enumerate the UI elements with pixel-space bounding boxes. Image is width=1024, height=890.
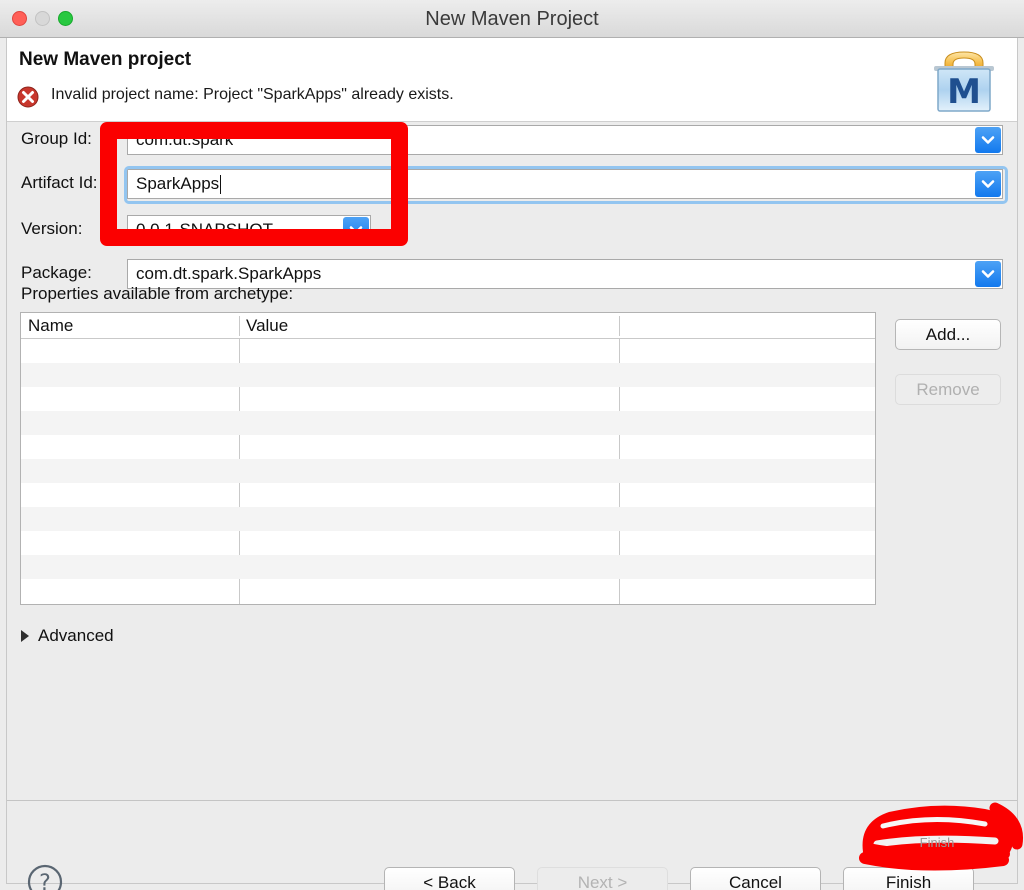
artifact-id-focus-ring (124, 166, 1008, 204)
package-label: Package: (21, 263, 92, 282)
footer-divider (7, 800, 1017, 801)
chevron-right-icon (21, 630, 29, 642)
cancel-button[interactable]: Cancel (690, 867, 821, 890)
table-row[interactable] (21, 459, 875, 483)
table-row[interactable] (21, 555, 875, 579)
help-question-icon[interactable]: ? (25, 862, 65, 890)
back-button[interactable]: < Back (384, 867, 515, 890)
error-message: Invalid project name: Project "SparkApps… (51, 86, 454, 103)
table-row[interactable] (21, 363, 875, 387)
column-header-name[interactable]: Name (28, 316, 73, 336)
form-row-version: Version: 0.0.1-SNAPSHOT (7, 213, 1017, 247)
next-button: Next > (537, 867, 668, 890)
artifact-id-value: SparkApps (136, 174, 220, 193)
table-row[interactable] (21, 435, 875, 459)
group-id-dropdown-button[interactable] (975, 127, 1001, 153)
version-input[interactable]: 0.0.1-SNAPSHOT (127, 215, 371, 245)
svg-text:M: M (947, 72, 981, 112)
chevron-down-icon (981, 136, 995, 144)
table-row[interactable] (21, 507, 875, 531)
remove-property-button: Remove (895, 374, 1001, 405)
svg-text:?: ? (39, 871, 51, 890)
group-id-input[interactable]: com.dt.spark (127, 125, 1003, 155)
table-row[interactable] (21, 387, 875, 411)
table-row[interactable] (21, 579, 875, 603)
version-label: Version: (21, 219, 83, 238)
table-row[interactable] (21, 531, 875, 555)
error-circle-icon (17, 86, 39, 108)
column-divider[interactable] (239, 316, 240, 336)
page-title: New Maven project (19, 49, 192, 70)
version-value: 0.0.1-SNAPSHOT (136, 220, 273, 239)
table-body (21, 339, 875, 604)
wizard-header: New Maven project Invalid project name: … (7, 38, 1017, 122)
new-maven-project-window: New Maven Project New Maven project Inva… (0, 0, 1024, 890)
table-row[interactable] (21, 411, 875, 435)
properties-table[interactable]: Name Value (20, 312, 876, 605)
version-dropdown-button[interactable] (343, 217, 369, 243)
maven-folder-icon: M (925, 43, 1003, 117)
artifact-id-label: Artifact Id: (21, 173, 98, 192)
window-title: New Maven Project (425, 8, 599, 30)
chevron-down-icon (981, 270, 995, 278)
group-id-value: com.dt.spark (136, 130, 234, 149)
chevron-down-icon (349, 226, 363, 234)
form-row-group-id: Group Id: com.dt.spark (7, 123, 1017, 157)
table-row[interactable] (21, 339, 875, 363)
chevron-down-icon (981, 180, 995, 188)
advanced-label: Advanced (38, 626, 114, 645)
package-value: com.dt.spark.SparkApps (136, 264, 322, 283)
window-titlebar: New Maven Project (0, 0, 1024, 38)
group-id-label: Group Id: (21, 129, 92, 148)
add-property-button[interactable]: Add... (895, 319, 1001, 350)
form-row-artifact-id: Artifact Id: SparkApps (7, 166, 1017, 204)
advanced-disclosure[interactable]: Advanced (21, 626, 114, 646)
package-dropdown-button[interactable] (975, 261, 1001, 287)
table-header-row: Name Value (21, 313, 875, 339)
finish-button[interactable]: Finish (843, 867, 974, 890)
text-cursor (220, 174, 222, 194)
properties-label: Properties available from archetype: (21, 284, 294, 303)
column-divider[interactable] (619, 316, 620, 336)
artifact-id-dropdown-button[interactable] (975, 171, 1001, 197)
artifact-id-input[interactable]: SparkApps (124, 166, 1008, 204)
dialog-body: New Maven project Invalid project name: … (6, 38, 1018, 890)
table-row[interactable] (21, 483, 875, 507)
column-header-value[interactable]: Value (246, 316, 288, 336)
